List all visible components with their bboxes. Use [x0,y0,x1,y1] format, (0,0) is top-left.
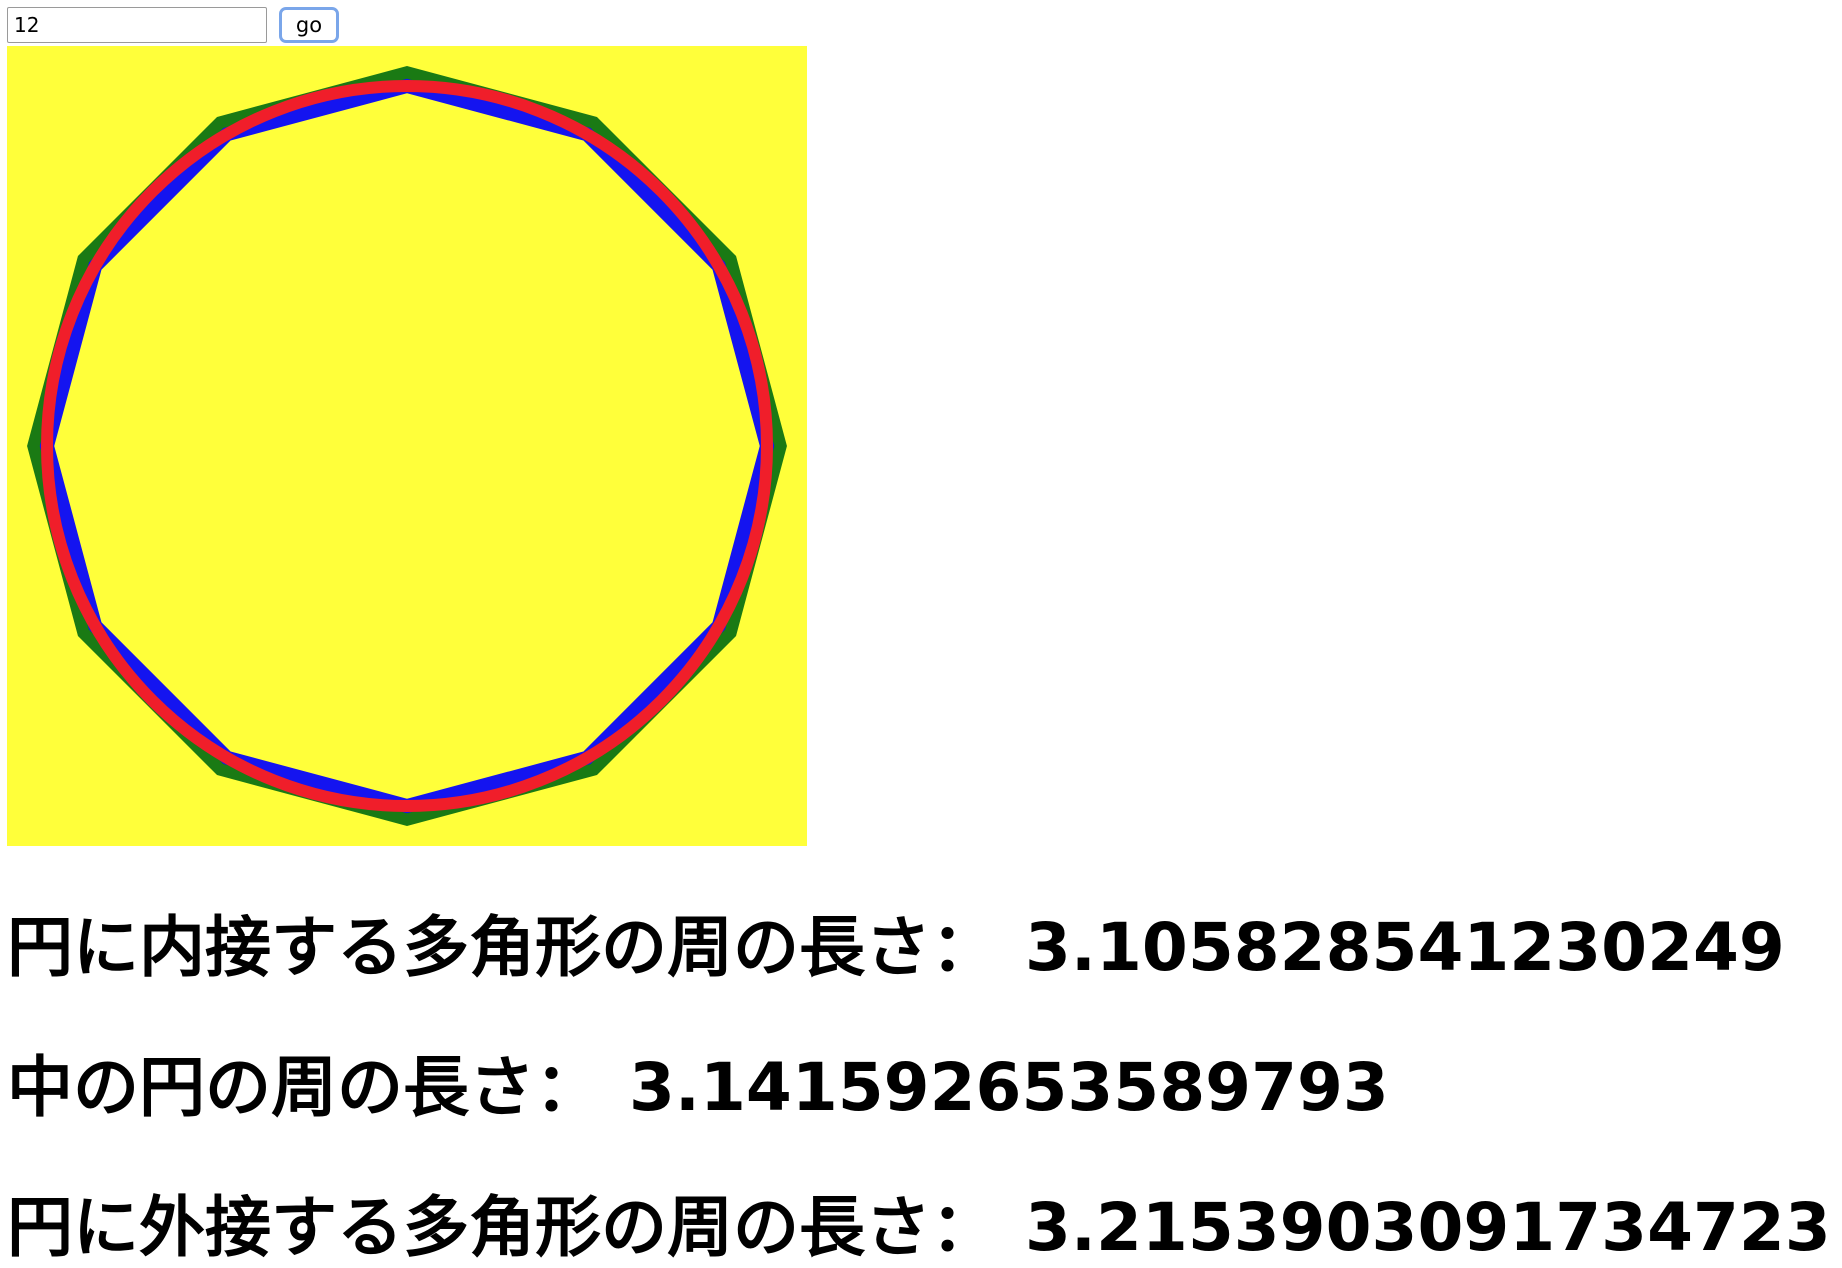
polygon-canvas [7,46,807,846]
polygon-drawing [7,46,807,846]
inscribed-perimeter-value: 3.105828541230249 [1025,909,1785,986]
circumscribed-perimeter-label: 円に外接する多角形の周の長さ： [7,1189,997,1266]
canvas-background [7,46,807,846]
circle-perimeter-label: 中の円の周の長さ： [7,1049,601,1126]
controls-bar: go [7,7,339,43]
circle-perimeter-line: 中の円の周の長さ： 3.141592653589793 [7,1048,1389,1128]
inscribed-perimeter-line: 円に内接する多角形の周の長さ： 3.105828541230249 [7,908,1785,988]
circle-perimeter-value: 3.141592653589793 [629,1049,1389,1126]
circumscribed-perimeter-line: 円に外接する多角形の周の長さ： 3.2153903091734723 [7,1188,1831,1268]
inscribed-perimeter-label: 円に内接する多角形の周の長さ： [7,909,997,986]
circumscribed-perimeter-value: 3.2153903091734723 [1025,1189,1831,1266]
sides-input[interactable] [7,7,267,43]
go-button[interactable]: go [279,7,339,43]
